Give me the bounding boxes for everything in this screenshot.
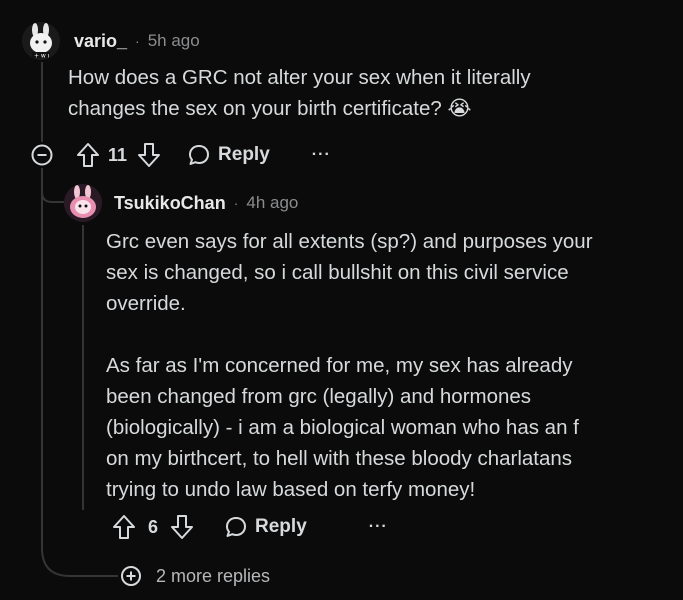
comment-line: How does a GRC not alter your sex when i… bbox=[68, 66, 531, 89]
upvote-button[interactable] bbox=[112, 514, 136, 540]
comment-line: (biologically) - i am a biological woman… bbox=[106, 416, 579, 439]
username[interactable]: TsukikoChan bbox=[114, 193, 226, 214]
chat-bubble-icon bbox=[226, 517, 247, 537]
reply-label: Reply bbox=[218, 144, 270, 165]
more-replies-button[interactable]: 2 more replies bbox=[120, 565, 270, 587]
reply-label: Reply bbox=[255, 516, 307, 537]
comment-header-2: TsukikoChan · 4h ago bbox=[64, 184, 298, 222]
timestamp: 4h ago bbox=[246, 193, 299, 212]
comment-header-1: + w ı vario_ · 5h ago bbox=[22, 22, 200, 60]
comment-paragraph: Grc even says for all extents (sp?) and … bbox=[106, 226, 676, 319]
separator-dot: · bbox=[233, 195, 239, 211]
reply-button[interactable]: Reply bbox=[224, 515, 307, 539]
avatar-bunny-icon: + w ı bbox=[22, 22, 60, 60]
comment-actions-1: 11 Reply ··· bbox=[30, 142, 331, 168]
downvote-button[interactable] bbox=[137, 142, 161, 168]
comment-line: Grc even says for all extents (sp?) and … bbox=[106, 230, 593, 253]
svg-text:+ w ı: + w ı bbox=[34, 53, 50, 60]
minus-circle-icon bbox=[31, 144, 53, 166]
comment-paragraph: As far as I'm concerned for me, my sex h… bbox=[106, 350, 676, 505]
avatar[interactable] bbox=[64, 184, 102, 222]
collapse-button[interactable] bbox=[30, 143, 54, 167]
comment-line: override. bbox=[106, 292, 186, 315]
separator-dot: · bbox=[135, 33, 140, 49]
comment-line: on my birthcert, to hell with these bloo… bbox=[106, 447, 573, 470]
comment-line: sex is changed, so i call bullshit on th… bbox=[106, 261, 569, 284]
comment-thread: + w ı vario_ · 5h ago How does a GRC not… bbox=[0, 0, 683, 600]
downvote-button[interactable] bbox=[170, 514, 194, 540]
username[interactable]: vario_ bbox=[74, 31, 127, 52]
upvote-arrow-icon bbox=[113, 515, 135, 539]
chat-bubble-icon bbox=[189, 145, 210, 165]
reply-button[interactable]: Reply bbox=[187, 143, 270, 167]
plus-circle-icon bbox=[121, 566, 141, 586]
comment-line: been changed from grc (legally) and horm… bbox=[106, 385, 532, 408]
vote-count: 11 bbox=[108, 144, 128, 165]
upvote-arrow-icon bbox=[77, 143, 99, 167]
more-options-button[interactable]: ··· bbox=[312, 146, 331, 164]
upvote-button[interactable] bbox=[76, 142, 100, 168]
more-options-button[interactable]: ··· bbox=[369, 518, 388, 536]
vote-count: 6 bbox=[148, 516, 159, 537]
avatar-pink-bunny-icon bbox=[64, 184, 102, 222]
comment-body-2: Grc even says for all extents (sp?) and … bbox=[106, 226, 676, 505]
comment-body-1: How does a GRC not alter your sex when i… bbox=[68, 62, 668, 124]
comment-actions-2: 6 Reply ··· bbox=[112, 514, 388, 540]
comment-line: As far as I'm concerned for me, my sex h… bbox=[106, 354, 573, 377]
more-replies-label: 2 more replies bbox=[156, 565, 271, 586]
timestamp: 5h ago bbox=[147, 31, 200, 50]
downvote-arrow-icon bbox=[171, 515, 194, 539]
avatar[interactable]: + w ı bbox=[22, 22, 60, 60]
comment-line: trying to undo law based on terfy money! bbox=[106, 478, 476, 501]
downvote-arrow-icon bbox=[138, 143, 161, 167]
comment-line: changes the sex on your birth certificat… bbox=[68, 97, 472, 120]
